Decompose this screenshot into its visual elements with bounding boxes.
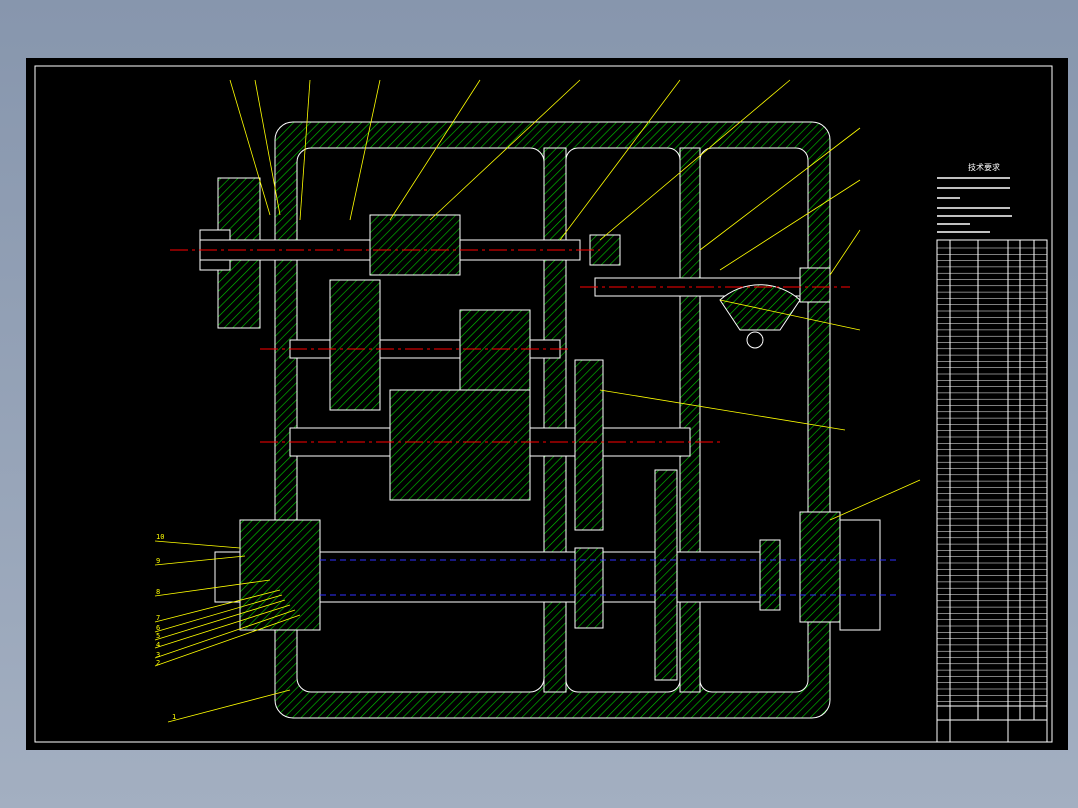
balloon-3: 3 [156, 651, 160, 659]
parts-list-rows [937, 247, 1047, 702]
parts-list-table [936, 239, 1048, 743]
assembly-drawing: 10 9 8 7 6 5 4 3 2 1 技术要求 [34, 65, 1053, 743]
balloon-6: 6 [156, 624, 160, 632]
drawing-canvas[interactable]: 10 9 8 7 6 5 4 3 2 1 技术要求 [26, 58, 1068, 750]
balloon-2: 2 [156, 659, 160, 667]
balloon-7: 7 [156, 614, 160, 622]
gearbox-housing [274, 121, 831, 719]
balloon-4: 4 [156, 641, 160, 649]
balloon-5: 5 [156, 632, 160, 640]
notes-lines [937, 177, 1012, 233]
balloon-9: 9 [156, 557, 160, 565]
balloon-8: 8 [156, 588, 160, 596]
balloon-10: 10 [156, 533, 164, 541]
balloon-1: 1 [172, 713, 176, 721]
technical-requirements-title: 技术要求 [968, 162, 1000, 172]
